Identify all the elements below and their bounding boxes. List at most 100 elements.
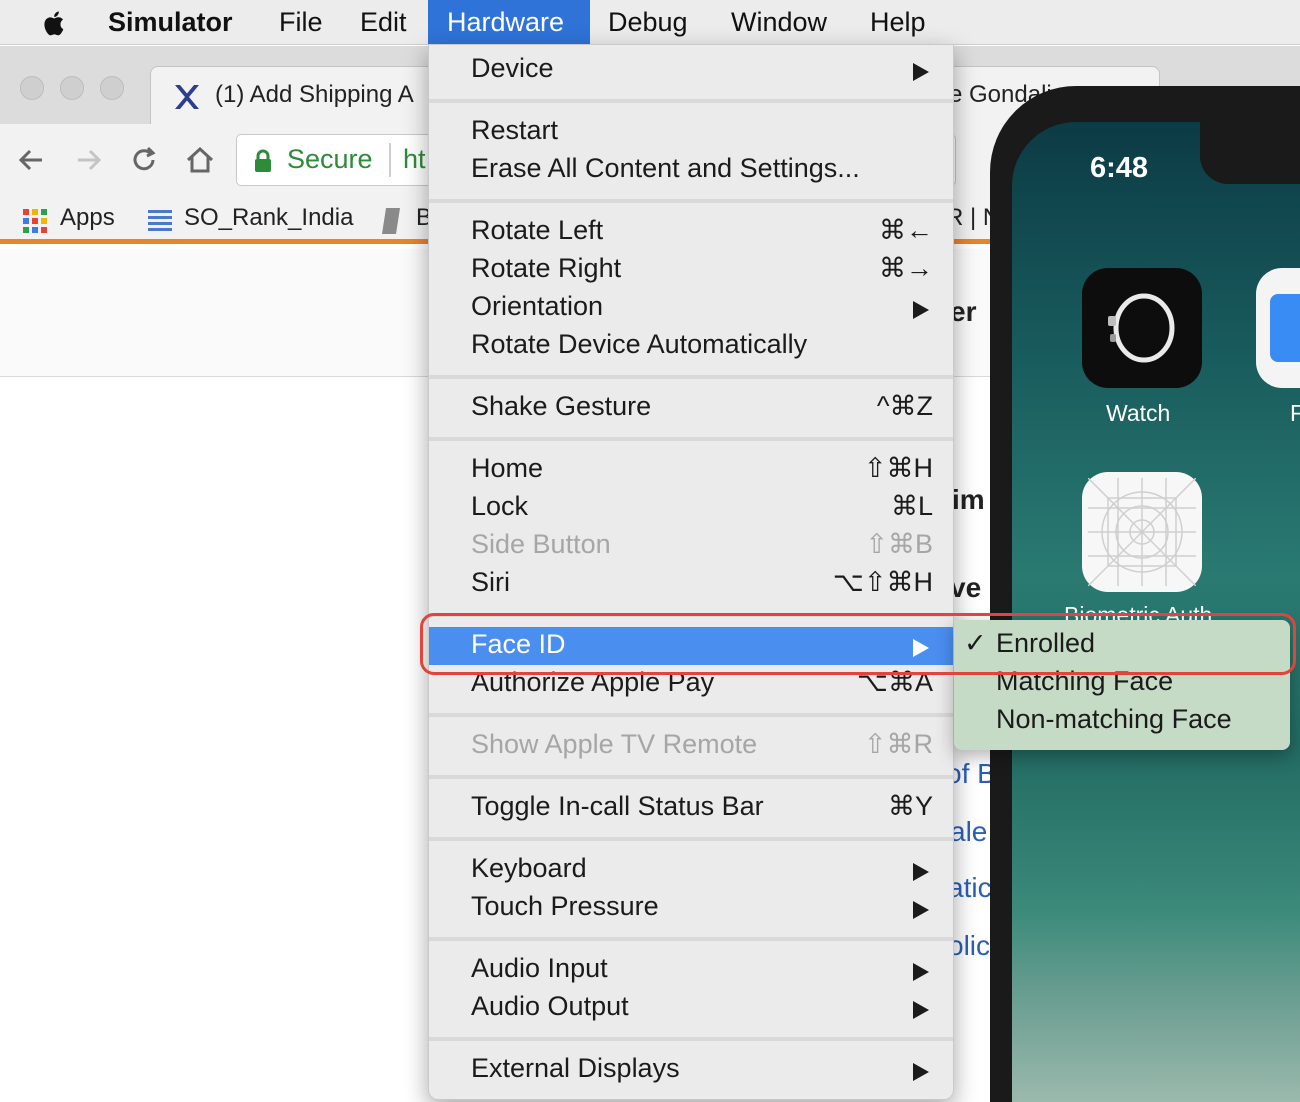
menu-item-label: Siri <box>471 567 510 597</box>
menu-item-audio-output[interactable]: Audio Output <box>429 989 953 1027</box>
menu-item-label: Audio Input <box>471 953 608 983</box>
menu-file[interactable]: File <box>279 0 323 45</box>
menu-item-label: Rotate Left <box>471 215 604 245</box>
apple-logo-icon[interactable] <box>40 8 70 38</box>
menu-item-label: Shake Gesture <box>471 391 652 421</box>
iphone-simulator-frame: 6:48 Watch F Biometric Auth <box>990 86 1300 1102</box>
menu-hardware[interactable]: Hardware <box>428 0 590 45</box>
menu-item-restart[interactable]: Restart <box>429 113 953 151</box>
app-label-second: F <box>1290 400 1300 426</box>
reload-icon[interactable] <box>126 142 162 178</box>
submenu-arrow-icon <box>913 1001 929 1019</box>
menu-item-side-button: Side Button ⇧⌘B <box>429 527 953 565</box>
submenu-arrow-icon <box>913 1063 929 1081</box>
page-link-fragment[interactable]: ale <box>950 816 987 848</box>
simulator-screen[interactable]: 6:48 Watch F Biometric Auth <box>1012 122 1300 1102</box>
menu-item-rotate-right[interactable]: Rotate Right ⌘→ <box>429 251 953 289</box>
submenu-arrow-icon <box>913 863 929 881</box>
menu-item-orientation[interactable]: Orientation <box>429 289 953 327</box>
tab-favicon-icon <box>175 85 199 109</box>
home-icon[interactable] <box>182 142 218 178</box>
menu-item-label: Device <box>471 53 554 83</box>
menu-separator <box>429 837 953 841</box>
bookmark-so-rank[interactable]: SO_Rank_India <box>184 204 353 232</box>
menu-item-label: Rotate Right <box>471 253 622 283</box>
biometric-auth-app-icon[interactable] <box>1082 472 1202 592</box>
menu-item-label: Audio Output <box>471 991 629 1021</box>
menu-separator <box>429 437 953 441</box>
menu-edit[interactable]: Edit <box>360 0 407 45</box>
menu-item-toggle-status-bar[interactable]: Toggle In-call Status Bar ⌘Y <box>429 789 953 827</box>
menu-item-shortcut: ⇧⌘R <box>863 729 933 759</box>
menu-separator <box>429 375 953 379</box>
menu-item-rotate-automatically[interactable]: Rotate Device Automatically <box>429 327 953 365</box>
menu-item-shortcut: ⌘L <box>890 491 933 521</box>
submenu-item-non-matching-face[interactable]: Non-matching Face <box>954 702 1290 740</box>
submenu-arrow-icon <box>913 63 929 81</box>
page-text-fragment: im <box>952 484 985 515</box>
menu-item-shortcut: ⌥⇧⌘H <box>832 567 933 597</box>
page-text-fragment: ve <box>950 572 982 603</box>
menu-item-shake-gesture[interactable]: Shake Gesture ^⌘Z <box>429 389 953 427</box>
menu-bar: Simulator File Edit Hardware Debug Windo… <box>0 0 1300 45</box>
menu-separator <box>429 99 953 103</box>
stack-overflow-icon <box>148 210 172 231</box>
menu-item-shortcut: ⌘→ <box>879 253 933 283</box>
bookmark-favicon-icon <box>382 208 400 234</box>
apps-grid-icon <box>23 209 47 233</box>
menu-separator <box>429 775 953 779</box>
menu-item-siri[interactable]: Siri ⌥⇧⌘H <box>429 565 953 603</box>
menu-item-shortcut: ⌘Y <box>887 791 933 821</box>
menu-item-keyboard[interactable]: Keyboard <box>429 851 953 889</box>
watch-app-icon[interactable] <box>1082 268 1202 388</box>
menu-item-device[interactable]: Device <box>429 51 953 89</box>
back-icon[interactable] <box>14 142 50 178</box>
window-close-button[interactable] <box>20 76 44 100</box>
url-text: ht <box>403 144 426 174</box>
submenu-arrow-icon <box>913 901 929 919</box>
folder-icon <box>1270 294 1300 362</box>
menu-window[interactable]: Window <box>731 0 827 45</box>
window-zoom-button[interactable] <box>100 76 124 100</box>
menu-separator <box>429 1037 953 1041</box>
window-minimize-button[interactable] <box>60 76 84 100</box>
menu-item-touch-pressure[interactable]: Touch Pressure <box>429 889 953 927</box>
menu-item-label: Restart <box>471 115 559 145</box>
files-app-icon[interactable] <box>1256 268 1300 388</box>
hardware-menu: Device Restart Erase All Content and Set… <box>428 44 954 1100</box>
status-time: 6:48 <box>1090 152 1149 184</box>
browser-tab-1[interactable]: (1) Add Shipping A <box>150 66 440 124</box>
menu-item-home[interactable]: Home ⇧⌘H <box>429 451 953 489</box>
menu-item-show-apple-tv-remote: Show Apple TV Remote ⇧⌘R <box>429 727 953 765</box>
menu-help[interactable]: Help <box>870 0 926 45</box>
menu-debug[interactable]: Debug <box>608 0 688 45</box>
page-link-fragment[interactable]: atic <box>948 872 992 904</box>
submenu-arrow-icon <box>913 301 929 319</box>
menu-item-shortcut: ⇧⌘B <box>865 529 933 559</box>
menu-separator <box>429 199 953 203</box>
menu-item-label: Rotate Device Automatically <box>471 329 808 359</box>
menu-item-label: Erase All Content and Settings... <box>471 153 860 183</box>
forward-icon[interactable] <box>70 142 106 178</box>
menu-item-label: Lock <box>471 491 529 521</box>
blank-app-grid-icon <box>1088 478 1196 586</box>
menu-app-name[interactable]: Simulator <box>108 0 233 45</box>
page-link-fragment[interactable]: olic <box>948 930 990 962</box>
secure-label: Secure <box>287 144 373 174</box>
menu-item-erase-content[interactable]: Erase All Content and Settings... <box>429 151 953 189</box>
lock-icon <box>255 149 271 172</box>
menu-item-label: Side Button <box>471 529 611 559</box>
menu-item-rotate-left[interactable]: Rotate Left ⌘← <box>429 213 953 251</box>
menu-item-label: Show Apple TV Remote <box>471 729 758 759</box>
app-label-watch: Watch <box>1106 400 1171 426</box>
menu-item-audio-input[interactable]: Audio Input <box>429 951 953 989</box>
menu-item-label: Keyboard <box>471 853 587 883</box>
bookmark-apps[interactable]: Apps <box>60 204 115 232</box>
menu-item-external-displays[interactable]: External Displays <box>429 1051 953 1089</box>
menu-item-shortcut: ⇧⌘H <box>863 453 933 483</box>
menu-item-lock[interactable]: Lock ⌘L <box>429 489 953 527</box>
menu-item-label: Touch Pressure <box>471 891 659 921</box>
highlight-annotation <box>420 613 1296 675</box>
menu-item-shortcut: ⌘← <box>879 215 933 245</box>
menu-item-label: Home <box>471 453 544 483</box>
